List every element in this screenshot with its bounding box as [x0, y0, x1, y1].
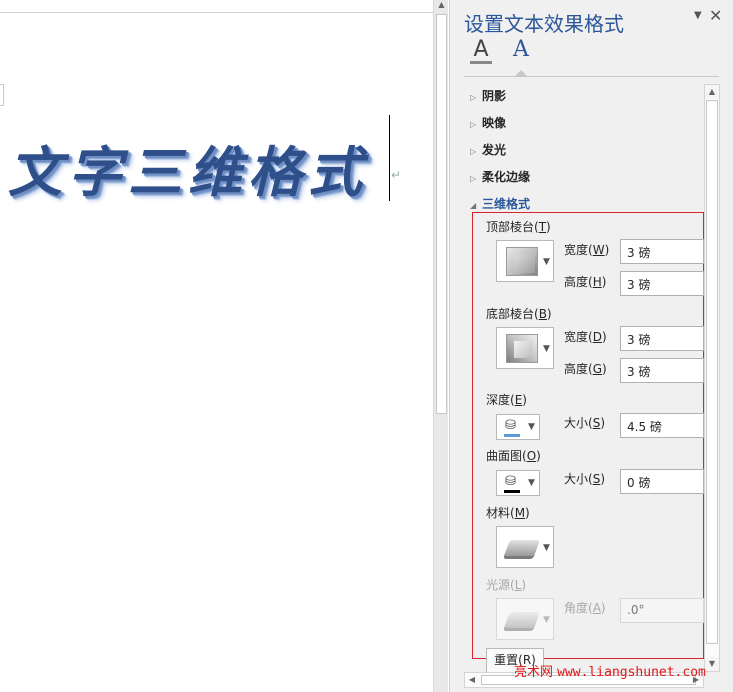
- pane-title: 设置文本效果格式: [464, 12, 624, 36]
- tab-text-effects[interactable]: A: [508, 38, 534, 64]
- depth-color-swatch: [504, 434, 520, 437]
- document-area[interactable]: 文字三维格式 ↵: [0, 0, 433, 692]
- collapse-arrow-icon: ◢: [470, 201, 477, 210]
- section-label: 映像: [482, 116, 507, 130]
- material-picker[interactable]: ▼: [496, 526, 554, 568]
- section-3d-format[interactable]: ◢ 三维格式: [470, 195, 530, 212]
- bevel-preview-icon: [506, 247, 538, 276]
- depth-color-picker[interactable]: ⛁ ▼: [496, 414, 540, 440]
- expand-arrow-icon: ▷: [470, 147, 477, 156]
- contour-size-input[interactable]: 0 磅: [620, 469, 704, 494]
- lighting-preview-icon: [504, 612, 540, 628]
- expand-arrow-icon: ▷: [470, 174, 477, 183]
- bottom-bevel-picker[interactable]: ▼: [496, 327, 554, 369]
- paint-bucket-icon: ⛁: [505, 418, 516, 433]
- watermark-cn: 亮术网: [514, 665, 554, 680]
- angle-label: 角度(A): [564, 601, 606, 615]
- contour-size-label: 大小(S): [564, 472, 605, 486]
- scroll-thumb[interactable]: [436, 14, 447, 414]
- section-reflection[interactable]: ▷ 映像: [470, 114, 506, 131]
- top-bevel-picker[interactable]: ▼: [496, 240, 554, 282]
- material-label: 材料(M): [486, 506, 530, 520]
- watermark-site: www.liangshunet.com: [557, 665, 706, 680]
- bevel-preview-icon: [506, 334, 538, 363]
- margin-marker: [0, 84, 4, 106]
- section-shadow[interactable]: ▷ 阴影: [470, 87, 506, 104]
- document-vertical-scrollbar[interactable]: ▲: [433, 0, 448, 692]
- lighting-label: 光源(L): [486, 578, 527, 592]
- bottom-bevel-label: 底部棱台(B): [486, 307, 552, 321]
- bottom-width-input[interactable]: 3 磅: [620, 326, 704, 351]
- top-height-label: 高度(H): [564, 275, 607, 289]
- contour-label: 曲面图(O): [486, 449, 541, 463]
- wordart-text[interactable]: 文字三维格式: [8, 128, 368, 207]
- paragraph-mark: ↵: [391, 168, 402, 182]
- depth-label: 深度(E): [486, 393, 527, 407]
- section-glow[interactable]: ▷ 发光: [470, 141, 506, 158]
- dropdown-arrow-icon: ▼: [528, 422, 535, 432]
- depth-size-label: 大小(S): [564, 416, 605, 430]
- bottom-height-input[interactable]: 3 磅: [620, 358, 704, 383]
- top-height-input[interactable]: 3 磅: [620, 271, 704, 296]
- contour-color-picker[interactable]: ⛁ ▼: [496, 470, 540, 496]
- top-width-label: 宽度(W): [564, 243, 610, 257]
- angle-input[interactable]: .0°: [620, 598, 704, 623]
- bottom-width-label: 宽度(D): [564, 330, 607, 344]
- section-soft-edges[interactable]: ▷ 柔化边缘: [470, 168, 530, 185]
- material-preview-icon: [504, 540, 540, 556]
- dropdown-arrow-icon: ▼: [543, 257, 550, 267]
- page-top-edge: [0, 12, 433, 13]
- close-icon[interactable]: ✕: [709, 6, 722, 25]
- dropdown-arrow-icon: ▼: [543, 615, 550, 625]
- dropdown-arrow-icon: ▼: [528, 478, 535, 488]
- top-width-input[interactable]: 3 磅: [620, 239, 704, 264]
- tab-text-fill-outline[interactable]: A: [468, 38, 494, 64]
- section-label: 阴影: [482, 89, 507, 103]
- expand-arrow-icon: ▷: [470, 120, 477, 129]
- section-label: 发光: [482, 143, 507, 157]
- underline-bar: [470, 61, 492, 64]
- text-effects-icon: A: [513, 37, 529, 62]
- tab-divider: [464, 76, 719, 77]
- watermark: 亮术网 www.liangshunet.com: [514, 661, 706, 680]
- scroll-up-arrow-icon[interactable]: ▲: [705, 85, 719, 99]
- scroll-left-arrow-icon[interactable]: ◀: [465, 673, 479, 687]
- expand-arrow-icon: ▷: [470, 93, 477, 102]
- scroll-down-arrow-icon[interactable]: ▼: [705, 657, 719, 671]
- dropdown-arrow-icon: ▼: [543, 344, 550, 354]
- section-label: 柔化边缘: [482, 170, 531, 184]
- lighting-picker[interactable]: ▼: [496, 598, 554, 640]
- section-label: 三维格式: [482, 197, 531, 211]
- text-fill-icon: A: [473, 37, 489, 62]
- paint-bucket-icon: ⛁: [505, 474, 516, 489]
- format-text-effects-pane: 设置文本效果格式 ▼ ✕ A A ▷ 阴影 ▷ 映像 ▷ 发光 ▷ 柔化边缘 ◢ 三维格式…: [449, 0, 733, 692]
- bottom-height-label: 高度(G): [564, 362, 607, 376]
- text-cursor: [389, 115, 390, 201]
- pane-scroll-thumb[interactable]: [706, 100, 718, 644]
- depth-size-input[interactable]: 4.5 磅: [620, 413, 704, 438]
- pane-vertical-scrollbar[interactable]: ▲ ▼: [704, 84, 720, 672]
- contour-color-swatch: [504, 490, 520, 493]
- dropdown-arrow-icon: ▼: [543, 543, 550, 553]
- top-bevel-label: 顶部棱台(T): [486, 220, 551, 234]
- scroll-up-arrow-icon[interactable]: ▲: [436, 0, 447, 10]
- pane-options-icon[interactable]: ▼: [694, 10, 702, 21]
